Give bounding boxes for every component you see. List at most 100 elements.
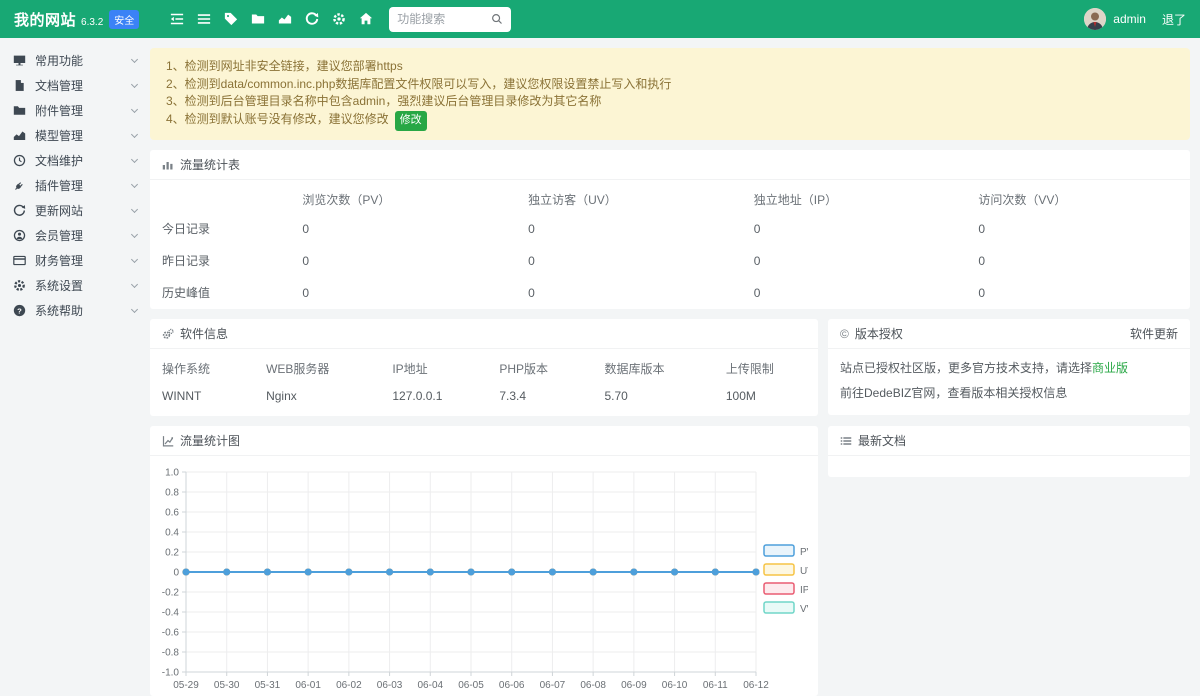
folder-icon bbox=[13, 104, 26, 117]
outdent-list-icon[interactable] bbox=[163, 6, 190, 32]
sw-value: 127.0.0.1 bbox=[380, 381, 487, 416]
home-icon[interactable] bbox=[352, 6, 379, 32]
sidebar-item-maintenance[interactable]: 文档维护 bbox=[0, 148, 150, 173]
bar-chart-icon bbox=[162, 159, 174, 171]
sw-label: WEB服务器 bbox=[254, 349, 380, 381]
stat-col-empty bbox=[150, 180, 290, 213]
warning-line-text: 4、检测到默认账号没有修改，建议您修改 bbox=[166, 112, 389, 126]
software-info-table: 操作系统 WEB服务器 IP地址 PHP版本 数据库版本 上传限制 WINNT … bbox=[150, 349, 818, 416]
svg-text:06-04: 06-04 bbox=[417, 680, 443, 691]
sidebar-item-attachments[interactable]: 附件管理 bbox=[0, 98, 150, 123]
table-row: 昨日记录 0 0 0 0 bbox=[150, 245, 1190, 277]
stat-col-ip: 独立地址（IP） bbox=[742, 180, 967, 213]
chevron-down-icon bbox=[131, 55, 138, 62]
logout-link[interactable]: 退了 bbox=[1162, 11, 1186, 28]
question-circle-icon: ? bbox=[13, 304, 26, 317]
svg-text:06-11: 06-11 bbox=[703, 680, 728, 691]
warning-line: 4、检测到默认账号没有修改，建议您修改修改 bbox=[166, 111, 1174, 132]
username[interactable]: admin bbox=[1113, 12, 1146, 26]
refresh-icon[interactable] bbox=[298, 6, 325, 32]
traffic-stats-table: 浏览次数（PV） 独立访客（UV） 独立地址（IP） 访问次数（VV） 今日记录… bbox=[150, 180, 1190, 309]
chevron-down-icon bbox=[131, 80, 138, 87]
sidebar-item-help[interactable]: ? 系统帮助 bbox=[0, 298, 150, 323]
copyright-icon: © bbox=[840, 328, 849, 340]
chevron-down-icon bbox=[131, 180, 138, 187]
fix-button[interactable]: 修改 bbox=[395, 111, 427, 132]
sw-value: 7.3.4 bbox=[487, 381, 592, 416]
plug-icon bbox=[13, 179, 26, 192]
sidebar-item-settings[interactable]: 系统设置 bbox=[0, 273, 150, 298]
traffic-chart-card: 流量统计图 05-2905-3005-3106-0106-0206-0306-0… bbox=[150, 426, 818, 696]
license-line: 前往DedeBIZ官网，查看版本相关授权信息 bbox=[840, 381, 1178, 406]
license-card: © 版本授权 软件更新 站点已授权社区版，更多官方技术支持，请选择商业版 前往D… bbox=[828, 319, 1190, 415]
tag-icon[interactable] bbox=[217, 6, 244, 32]
svg-text:06-09: 06-09 bbox=[621, 680, 647, 691]
warning-line: 1、检测到网址非安全链接，建议您部署https bbox=[166, 58, 1174, 76]
sidebar-item-documents[interactable]: 文档管理 bbox=[0, 73, 150, 98]
software-update-link[interactable]: 软件更新 bbox=[1130, 325, 1178, 342]
folder-icon[interactable] bbox=[244, 6, 271, 32]
svg-text:0.2: 0.2 bbox=[165, 548, 179, 559]
svg-text:0.4: 0.4 bbox=[165, 528, 179, 539]
svg-text:0: 0 bbox=[173, 568, 179, 579]
sidebar-item-common[interactable]: 常用功能 bbox=[0, 48, 150, 73]
top-nav bbox=[163, 6, 379, 32]
table-header-row: 浏览次数（PV） 独立访客（UV） 独立地址（IP） 访问次数（VV） bbox=[150, 180, 1190, 213]
sidebar-item-label: 模型管理 bbox=[35, 127, 83, 144]
latest-docs-header: 最新文档 bbox=[828, 426, 1190, 456]
svg-text:06-05: 06-05 bbox=[458, 680, 484, 691]
line-chart-icon bbox=[162, 435, 174, 447]
stat-cell: 0 bbox=[966, 245, 1190, 277]
sidebar-item-finance[interactable]: 财务管理 bbox=[0, 248, 150, 273]
sw-label: 操作系统 bbox=[150, 349, 254, 381]
chevron-down-icon bbox=[131, 280, 138, 287]
table-header-row: 操作系统 WEB服务器 IP地址 PHP版本 数据库版本 上传限制 bbox=[150, 349, 818, 381]
search-input[interactable] bbox=[397, 12, 491, 26]
commercial-version-link[interactable]: 商业版 bbox=[1092, 361, 1128, 375]
search-icon[interactable] bbox=[491, 13, 503, 25]
license-body: 站点已授权社区版，更多官方技术支持，请选择商业版 前往DedeBIZ官网，查看版… bbox=[828, 349, 1190, 415]
menu-list-icon[interactable] bbox=[190, 6, 217, 32]
svg-text:?: ? bbox=[17, 306, 22, 315]
user-circle-icon bbox=[13, 229, 26, 242]
table-row: WINNT Nginx 127.0.0.1 7.3.4 5.70 100M bbox=[150, 381, 818, 416]
sidebar-item-label: 会员管理 bbox=[35, 227, 83, 244]
sidebar-item-plugins[interactable]: 插件管理 bbox=[0, 173, 150, 198]
traffic-stats-header: 流量统计表 bbox=[150, 150, 1190, 180]
svg-text:-0.2: -0.2 bbox=[162, 588, 180, 599]
security-warning-alert: 1、检测到网址非安全链接，建议您部署https 2、检测到data/common… bbox=[150, 48, 1190, 140]
sidebar-item-update-site[interactable]: 更新网站 bbox=[0, 198, 150, 223]
credit-card-icon bbox=[13, 254, 26, 267]
traffic-chart-svg: 05-2905-3005-3106-0106-0206-0306-0406-05… bbox=[158, 462, 808, 694]
bar-chart-icon[interactable] bbox=[271, 6, 298, 32]
sw-value: WINNT bbox=[150, 381, 254, 416]
svg-text:06-12: 06-12 bbox=[743, 680, 769, 691]
sidebar-item-members[interactable]: 会员管理 bbox=[0, 223, 150, 248]
chevron-down-icon bbox=[131, 105, 138, 112]
gears-icon bbox=[162, 328, 174, 340]
svg-text:IP: IP bbox=[800, 585, 808, 596]
avatar[interactable] bbox=[1084, 8, 1106, 30]
card-title: 流量统计表 bbox=[180, 156, 240, 173]
sidebar-item-label: 系统设置 bbox=[35, 277, 83, 294]
sidebar-item-models[interactable]: 模型管理 bbox=[0, 123, 150, 148]
svg-text:0.6: 0.6 bbox=[165, 508, 179, 519]
software-info-header: 软件信息 bbox=[150, 319, 818, 349]
stat-col-pv: 浏览次数（PV） bbox=[290, 180, 516, 213]
gear-icon[interactable] bbox=[325, 6, 352, 32]
main-content: 1、检测到网址非安全链接，建议您部署https 2、检测到data/common… bbox=[150, 38, 1190, 696]
software-info-card: 软件信息 操作系统 WEB服务器 IP地址 PHP版本 数据库版本 上传限制 W… bbox=[150, 319, 818, 416]
sidebar-item-label: 插件管理 bbox=[35, 177, 83, 194]
chevron-down-icon bbox=[131, 255, 138, 262]
safe-badge[interactable]: 安全 bbox=[109, 10, 139, 29]
stat-cell: 0 bbox=[966, 277, 1190, 309]
card-title: 流量统计图 bbox=[180, 432, 240, 449]
svg-text:05-30: 05-30 bbox=[214, 680, 240, 691]
card-title: 版本授权 bbox=[855, 325, 903, 342]
latest-docs-body bbox=[828, 456, 1190, 477]
stat-col-uv: 独立访客（UV） bbox=[516, 180, 742, 213]
svg-text:05-29: 05-29 bbox=[173, 680, 199, 691]
stat-cell: 0 bbox=[742, 277, 967, 309]
warning-line: 2、检测到data/common.inc.php数据库配置文件权限可以写入，建议… bbox=[166, 76, 1174, 94]
stat-cell: 0 bbox=[966, 213, 1190, 245]
